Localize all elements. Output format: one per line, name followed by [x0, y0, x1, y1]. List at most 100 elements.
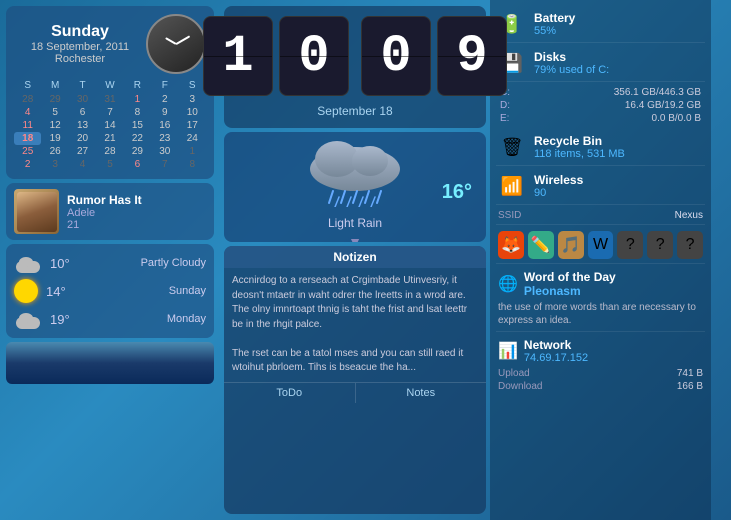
cal-day-cell[interactable]: 28: [96, 145, 123, 158]
download-label: Download: [498, 381, 542, 392]
weather-row-2: 19°Monday: [14, 306, 206, 332]
wotd-definition: the use of more words than are necessary…: [498, 301, 703, 327]
cal-header-cell: F: [151, 78, 178, 93]
cal-day-cell[interactable]: 10: [179, 106, 206, 119]
battery-info: Battery 55%: [534, 11, 703, 37]
disk-row-2: E:0.0 B/0.0 B: [500, 112, 701, 125]
cal-day-cell[interactable]: 20: [69, 132, 96, 145]
ssid-value: Nexus: [675, 210, 703, 221]
day-name: Sunday: [14, 23, 146, 41]
cal-day-cell[interactable]: 18: [14, 132, 41, 145]
cal-day-cell[interactable]: 9: [151, 106, 178, 119]
disk-detail: C:356.1 GB/446.3 GBD:16.4 GB/19.2 GBE:0.…: [496, 84, 705, 127]
cal-title: Sunday 18 September, 2011 Rochester: [14, 23, 146, 65]
wotd-word: Pleonasm: [524, 284, 616, 298]
ssid-label: SSID: [498, 210, 521, 221]
date-line: 18 September, 2011: [14, 41, 146, 53]
cal-day-cell[interactable]: 30: [69, 93, 96, 106]
cal-day-cell[interactable]: 4: [14, 106, 41, 119]
disk-size-1: 16.4 GB/19.2 GB: [625, 100, 701, 111]
cal-day-cell[interactable]: 14: [96, 119, 123, 132]
app-icon-5[interactable]: ?: [647, 231, 673, 259]
disks-label: Disks: [534, 50, 703, 64]
weather-big-arrow: ▼: [224, 234, 486, 242]
cal-header-cell: R: [124, 78, 151, 93]
cal-day-cell[interactable]: 27: [69, 145, 96, 158]
cal-day-cell[interactable]: 26: [41, 145, 68, 158]
notizen-notes-btn[interactable]: Notes: [356, 383, 487, 403]
left-panel: Sunday 18 September, 2011 Rochester SMTW…: [0, 0, 220, 520]
calendar-grid: SMTWRFS 28293031123456789101112131415161…: [14, 78, 206, 171]
cal-day-cell[interactable]: 29: [124, 145, 151, 158]
cal-day-cell[interactable]: 16: [151, 119, 178, 132]
cal-day-cell[interactable]: 23: [151, 132, 178, 145]
cal-day-cell[interactable]: 30: [151, 145, 178, 158]
cal-day-cell[interactable]: 2: [14, 158, 41, 171]
disk-letter-2: E:: [500, 113, 509, 124]
cal-day-cell[interactable]: 22: [124, 132, 151, 145]
cal-day-cell[interactable]: 8: [179, 158, 206, 171]
notizen-header: Notizen: [224, 246, 486, 268]
disks-info: Disks 79% used of C:: [534, 50, 703, 76]
network-info: Network 74.69.17.152: [524, 338, 588, 364]
network-label: Network: [524, 338, 588, 352]
cal-day-cell[interactable]: 6: [69, 106, 96, 119]
cal-day-cell[interactable]: 1: [179, 145, 206, 158]
cal-day-cell[interactable]: 29: [41, 93, 68, 106]
cal-day-cell[interactable]: 11: [14, 119, 41, 132]
weather-row-temp-1: 14°: [46, 284, 161, 299]
cal-day-cell[interactable]: 19: [41, 132, 68, 145]
app-icon-6[interactable]: ?: [677, 231, 703, 259]
cal-day-cell[interactable]: 3: [41, 158, 68, 171]
network-header: 📊 Network 74.69.17.152: [498, 338, 703, 364]
weather-big-widget: 16° Light Rain ▼: [224, 132, 486, 242]
cal-day-cell[interactable]: 15: [124, 119, 151, 132]
app-icon-0[interactable]: 🦊: [498, 231, 524, 259]
cal-day-cell[interactable]: 5: [41, 106, 68, 119]
app-icon-2[interactable]: 🎵: [558, 231, 584, 259]
cal-day-cell[interactable]: 21: [96, 132, 123, 145]
cal-day-cell[interactable]: 6: [124, 158, 151, 171]
cal-day-cell[interactable]: 28: [14, 93, 41, 106]
app-icon-1[interactable]: ✏️: [528, 231, 554, 259]
flip-clock-digits: 1 0 0 9: [203, 16, 507, 96]
wireless-ssid-section: SSID Nexus: [496, 207, 705, 225]
cal-day-cell[interactable]: 25: [14, 145, 41, 158]
recycle-icon: 🗑: [498, 133, 526, 161]
flip-min1: 0: [361, 16, 431, 96]
recycle-value: 118 items, 531 MB: [534, 148, 703, 160]
wireless-row: 📶 Wireless 90: [496, 168, 705, 205]
weather-row-desc-1: Sunday: [169, 285, 206, 297]
notizen-text2: The rset can be a tatol mses and you can…: [232, 347, 478, 376]
wotd-label: Word of the Day Pleonasm: [524, 270, 616, 298]
wireless-label: Wireless: [534, 173, 703, 187]
network-icon: 📊: [498, 341, 518, 361]
cal-day-cell[interactable]: 5: [96, 158, 123, 171]
weather-row-icon-2: [14, 309, 42, 329]
analog-clock: [146, 14, 206, 74]
wireless-value: 90: [534, 187, 703, 199]
disk-row-0: C:356.1 GB/446.3 GB: [500, 86, 701, 99]
cal-day-cell[interactable]: 12: [41, 119, 68, 132]
cal-day-cell[interactable]: 3: [179, 93, 206, 106]
cal-day-cell[interactable]: 7: [96, 106, 123, 119]
cal-day-cell[interactable]: 24: [179, 132, 206, 145]
weather-row-icon-0: [14, 253, 42, 273]
notizen-todo-btn[interactable]: ToDo: [224, 383, 356, 403]
cal-day-cell[interactable]: 8: [124, 106, 151, 119]
app-icon-4[interactable]: ?: [617, 231, 643, 259]
weather-big-temp: 16°: [442, 181, 472, 204]
notizen-body: Accnirdog to a rerseach at Crgimbade Uti…: [224, 268, 486, 382]
notizen-text1: Accnirdog to a rerseach at Crgimbade Uti…: [232, 274, 478, 332]
cal-day-cell[interactable]: 13: [69, 119, 96, 132]
cal-day-cell[interactable]: 2: [151, 93, 178, 106]
cal-day-cell[interactable]: 1: [124, 93, 151, 106]
cal-day-cell[interactable]: 4: [69, 158, 96, 171]
app-icon-3[interactable]: W: [588, 231, 614, 259]
cal-day-cell[interactable]: 17: [179, 119, 206, 132]
flip-min2: 9: [437, 16, 507, 96]
weather-row-temp-0: 10°: [50, 256, 133, 271]
cal-day-cell[interactable]: 7: [151, 158, 178, 171]
cal-day-cell[interactable]: 31: [96, 93, 123, 106]
weather-widget: 10°Partly Cloudy14°Sunday19°Monday: [6, 244, 214, 338]
